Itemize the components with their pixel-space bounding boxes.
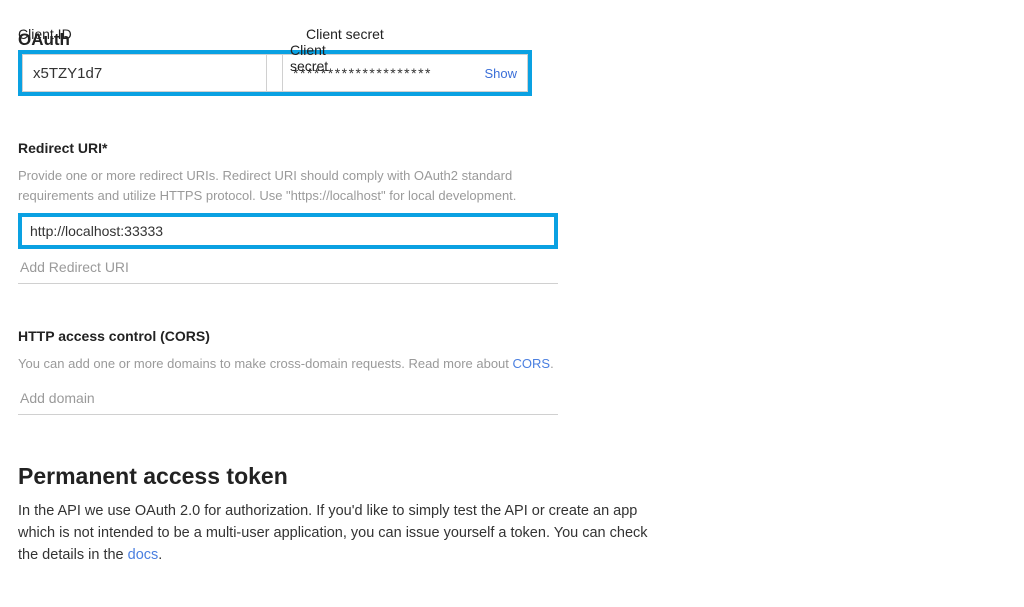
cors-helper-post: . <box>550 356 554 371</box>
cors-link[interactable]: CORS <box>513 356 551 371</box>
redirect-uri-input[interactable] <box>18 213 558 249</box>
cors-label: HTTP access control (CORS) <box>18 328 568 344</box>
token-body-post: . <box>158 547 162 563</box>
show-secret-link[interactable]: Show <box>484 66 517 81</box>
permanent-token-heading: Permanent access token <box>18 463 1006 490</box>
credentials-highlight: ******************** Show <box>18 50 532 96</box>
client-secret-label-2: Client secret <box>306 26 384 42</box>
client-secret-label: Client secret <box>290 42 328 74</box>
cors-helper-pre: You can add one or more domains to make … <box>18 356 513 371</box>
add-domain[interactable]: Add domain <box>18 382 558 415</box>
docs-link[interactable]: docs <box>128 547 159 563</box>
client-id-label-2: Client ID <box>18 26 286 42</box>
permanent-token-body: In the API we use OAuth 2.0 for authoriz… <box>18 500 658 567</box>
add-redirect-uri[interactable]: Add Redirect URI <box>18 251 558 284</box>
credentials-divider <box>267 54 283 92</box>
redirect-uri-label: Redirect URI* <box>18 140 568 156</box>
client-id-input[interactable] <box>22 54 267 92</box>
redirect-uri-helper: Provide one or more redirect URIs. Redir… <box>18 166 568 205</box>
cors-helper: You can add one or more domains to make … <box>18 354 568 374</box>
token-body-pre: In the API we use OAuth 2.0 for authoriz… <box>18 503 648 564</box>
